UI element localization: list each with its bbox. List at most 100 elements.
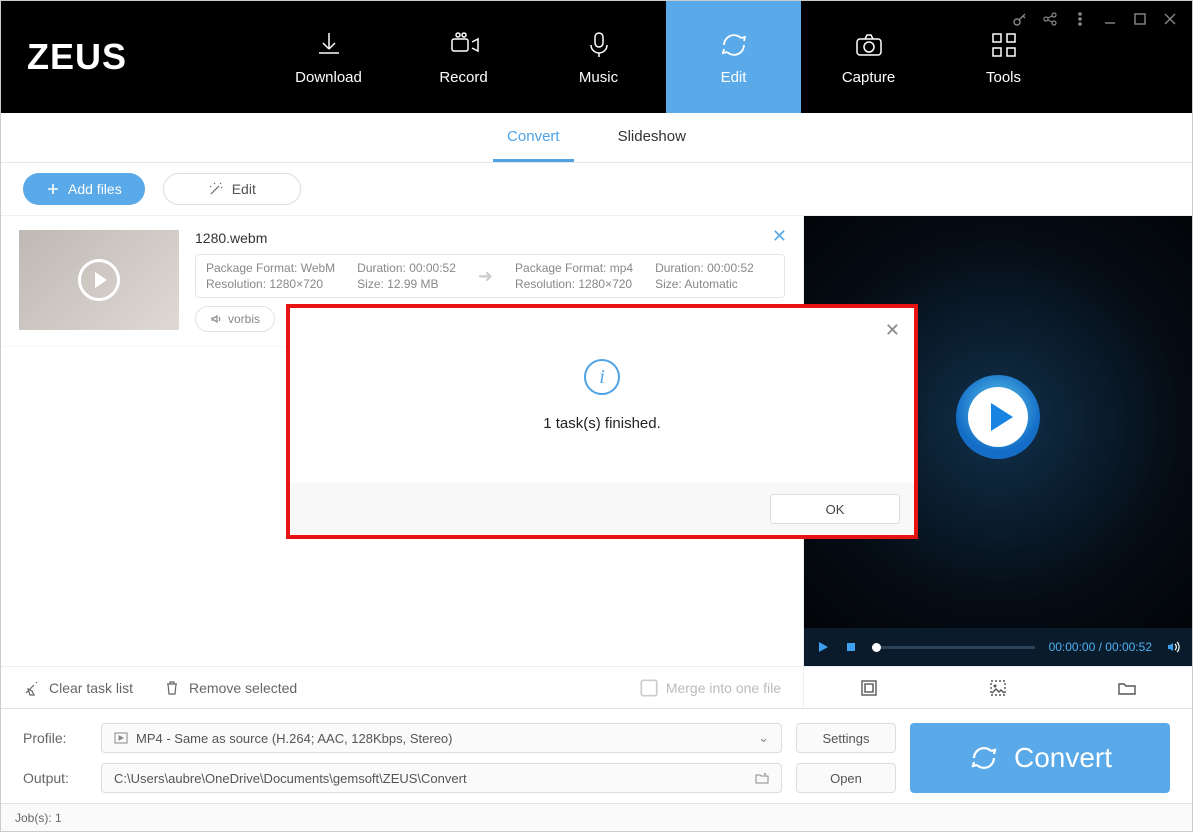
add-files-button[interactable]: Add files (23, 173, 145, 205)
plus-icon (46, 182, 60, 196)
open-button[interactable]: Open (796, 763, 896, 793)
checkbox-icon (640, 679, 658, 697)
share-icon[interactable] (1042, 11, 1058, 27)
task-filename: 1280.webm (195, 230, 785, 246)
remove-selected-label: Remove selected (189, 680, 297, 696)
info-dialog: ✕ i 1 task(s) finished. OK (286, 304, 918, 539)
dst-package-format: Package Format: mp4 (515, 261, 633, 275)
merge-checkbox[interactable]: Merge into one file (640, 679, 781, 697)
tools-icon (988, 29, 1020, 61)
close-icon[interactable] (1162, 11, 1178, 27)
menu-dots-icon[interactable] (1072, 11, 1088, 27)
edit-button-label: Edit (232, 181, 256, 197)
preview-controls: 00:00:00 / 00:00:52 (804, 628, 1192, 666)
src-resolution: Resolution: 1280×720 (206, 277, 335, 291)
nav-music-label: Music (579, 69, 618, 86)
key-icon[interactable] (1012, 11, 1028, 27)
profile-value: MP4 - Same as source (H.264; AAC, 128Kbp… (136, 731, 452, 746)
submenu: Convert Slideshow (1, 113, 1192, 163)
clear-task-list-button[interactable]: Clear task list (23, 679, 133, 697)
source-time-info: Duration: 00:00:52 Size: 12.99 MB (357, 261, 456, 291)
info-icon: i (584, 359, 620, 395)
profile-select[interactable]: MP4 - Same as source (H.264; AAC, 128Kbp… (101, 723, 782, 753)
output-path-field[interactable]: C:\Users\aubre\OneDrive\Documents\gemsof… (101, 763, 782, 793)
video-thumbnail[interactable] (19, 230, 179, 330)
nav-download[interactable]: Download (261, 1, 396, 113)
dialog-ok-label: OK (826, 502, 845, 517)
nav-edit[interactable]: Edit (666, 1, 801, 113)
edit-button[interactable]: Edit (163, 173, 301, 205)
dst-duration: Duration: 00:00:52 (655, 261, 754, 275)
dialog-footer: OK (290, 483, 914, 535)
arrow-right-icon: ➜ (478, 266, 493, 287)
remove-task-button[interactable]: ✕ (772, 226, 787, 247)
list-footer: Clear task list Remove selected Merge in… (1, 666, 803, 708)
play-icon[interactable] (816, 640, 830, 654)
edit-icon (718, 29, 750, 61)
add-files-label: Add files (68, 181, 122, 197)
jobs-count: Job(s): 1 (15, 811, 62, 825)
merge-label: Merge into one file (666, 680, 781, 696)
tab-convert-label: Convert (507, 128, 560, 145)
minimize-icon[interactable] (1102, 11, 1118, 27)
convert-button[interactable]: Convert (910, 723, 1170, 793)
dialog-message: 1 task(s) finished. (543, 415, 661, 432)
seek-bar[interactable] (872, 646, 1035, 649)
capture-icon (853, 29, 885, 61)
dialog-ok-button[interactable]: OK (770, 494, 900, 524)
video-file-icon (114, 731, 128, 745)
window-controls (1012, 11, 1178, 27)
nav-music[interactable]: Music (531, 1, 666, 113)
nav-capture[interactable]: Capture (801, 1, 936, 113)
snapshot-icon[interactable] (988, 678, 1008, 698)
nav-capture-label: Capture (842, 69, 895, 86)
maximize-icon[interactable] (1132, 11, 1148, 27)
record-icon (448, 29, 480, 61)
settings-label: Settings (823, 731, 870, 746)
remove-selected-button[interactable]: Remove selected (163, 679, 297, 697)
conversion-info: Package Format: WebM Resolution: 1280×72… (195, 254, 785, 298)
source-format-info: Package Format: WebM Resolution: 1280×72… (206, 261, 335, 291)
profile-label: Profile: (23, 730, 87, 746)
chevron-down-icon: ⌄ (758, 730, 769, 746)
clear-task-list-label: Clear task list (49, 680, 133, 696)
tab-slideshow[interactable]: Slideshow (604, 113, 700, 162)
speaker-icon (210, 313, 222, 325)
audio-codec-chip[interactable]: vorbis (195, 306, 275, 332)
stop-icon[interactable] (844, 640, 858, 654)
app-logo: ZEUS (1, 1, 261, 113)
src-size: Size: 12.99 MB (357, 277, 456, 291)
app-window: ZEUS Download Record Music Edit Capture (0, 0, 1193, 832)
thumb-play-icon (78, 259, 120, 301)
preview-actions (804, 666, 1192, 708)
nav-download-label: Download (295, 69, 362, 86)
dest-format-info: Package Format: mp4 Resolution: 1280×720 (515, 261, 633, 291)
nav-tools-label: Tools (986, 69, 1021, 86)
tab-slideshow-label: Slideshow (618, 128, 686, 145)
volume-icon[interactable] (1166, 640, 1180, 654)
settings-button[interactable]: Settings (796, 723, 896, 753)
dst-resolution: Resolution: 1280×720 (515, 277, 633, 291)
nav-record[interactable]: Record (396, 1, 531, 113)
folder-icon[interactable] (1117, 678, 1137, 698)
fullscreen-icon[interactable] (859, 678, 879, 698)
trash-icon (163, 679, 181, 697)
bottom-bar: Profile: MP4 - Same as source (H.264; AA… (1, 708, 1192, 803)
nav-record-label: Record (439, 69, 487, 86)
dest-time-info: Duration: 00:00:52 Size: Automatic (655, 261, 754, 291)
broom-icon (23, 679, 41, 697)
browse-folder-icon[interactable] (755, 771, 769, 785)
status-bar: Job(s): 1 (1, 803, 1192, 831)
src-duration: Duration: 00:00:52 (357, 261, 456, 275)
time-display: 00:00:00 / 00:00:52 (1049, 640, 1152, 654)
toolbar: Add files Edit (1, 163, 1192, 216)
player-logo-icon (948, 367, 1048, 467)
app-logo-text: ZEUS (27, 36, 127, 78)
dialog-close-button[interactable]: ✕ (885, 320, 900, 341)
convert-button-label: Convert (1014, 742, 1112, 774)
src-package-format: Package Format: WebM (206, 261, 335, 275)
audio-codec-label: vorbis (228, 312, 260, 326)
tab-convert[interactable]: Convert (493, 113, 574, 162)
wand-icon (208, 181, 224, 197)
dialog-body: i 1 task(s) finished. (290, 308, 914, 483)
